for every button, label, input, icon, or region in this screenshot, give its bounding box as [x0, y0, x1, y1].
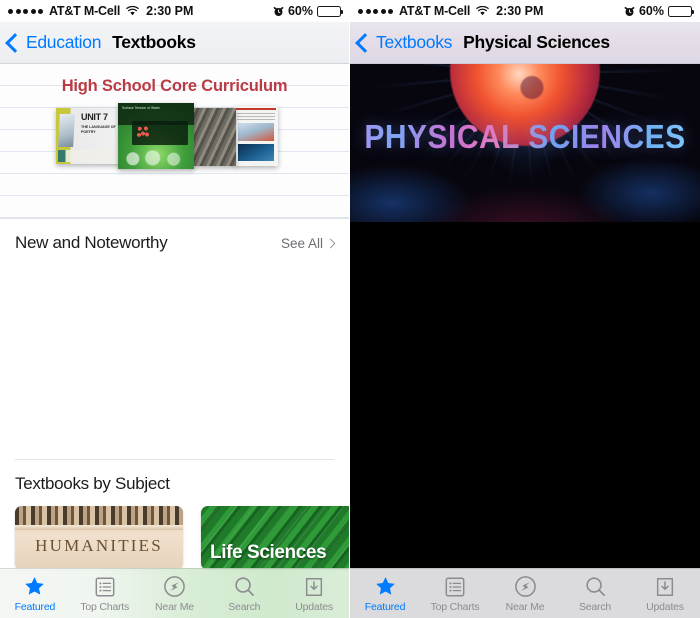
banner-book-covers: UNIT 7 THE LANGUAGE OF POETRY Surface Te… — [56, 103, 278, 169]
carrier-label: AT&T M-Cell — [49, 4, 121, 18]
book-cover-magazine — [234, 106, 278, 166]
book-unit-label: UNIT 7 — [81, 112, 108, 122]
tab-top-charts[interactable]: Top Charts — [420, 569, 490, 618]
chevron-left-icon — [5, 32, 25, 53]
subject-card-label: HUMANITIES — [35, 536, 163, 555]
carrier-label: AT&T M-Cell — [399, 4, 471, 18]
status-bar: AT&T M-Cell 2:30 PM 60% — [0, 0, 349, 22]
see-all-label: See All — [280, 235, 323, 251]
status-bar: AT&T M-Cell 2:30 PM 60% — [350, 0, 700, 22]
section-title: Textbooks by Subject — [15, 474, 170, 493]
tab-label: Top Charts — [430, 600, 480, 613]
screen-physical-sciences: AT&T M-Cell 2:30 PM 60% Textbooks Physic… — [350, 0, 700, 618]
banner-title: High School Core Curriculum — [61, 77, 288, 95]
tab-bar: Featured Top Charts Near Me Search Updat… — [350, 568, 700, 618]
tab-label: Updates — [646, 600, 684, 613]
banner-title: PHYSICAL SCIENCES — [350, 119, 700, 157]
tab-near-me[interactable]: Near Me — [140, 569, 210, 618]
page-title: Textbooks — [112, 32, 196, 52]
tab-search[interactable]: Search — [560, 569, 630, 618]
compass-icon — [163, 575, 186, 599]
back-button-label: Education — [26, 32, 102, 52]
tab-label: Featured — [364, 600, 406, 613]
tab-featured[interactable]: Featured — [0, 569, 70, 618]
battery-percent-label: 60% — [287, 4, 313, 18]
subject-card-label: Life Sciences — [210, 542, 327, 563]
featured-banner-physical-sciences[interactable]: PHYSICAL SCIENCES — [350, 64, 700, 222]
list-icon — [94, 575, 116, 599]
chevron-right-icon — [325, 238, 336, 248]
signal-strength-dots — [358, 8, 393, 14]
list-icon — [444, 575, 466, 599]
star-icon — [23, 575, 46, 599]
navigation-bar: Education Textbooks — [0, 22, 349, 64]
alarm-clock-icon — [624, 6, 635, 17]
back-button-label: Textbooks — [376, 32, 453, 52]
book-subtitle-label: THE LANGUAGE OF POETRY — [81, 125, 116, 134]
compass-icon — [514, 575, 537, 599]
back-button[interactable]: Textbooks — [355, 32, 453, 53]
back-button[interactable]: Education — [5, 32, 102, 53]
book-cover-language-of-poetry: UNIT 7 THE LANGUAGE OF POETRY — [56, 108, 124, 164]
dual-screenshot-container: AT&T M-Cell 2:30 PM 60% Education Textbo… — [0, 0, 700, 618]
battery-icon — [317, 5, 343, 17]
tab-updates[interactable]: Updates — [279, 569, 349, 618]
section-header-textbooks-by-subject: Textbooks by Subject — [0, 460, 349, 504]
book-cover-surface-tension: Surface Tension of Water — [118, 103, 194, 169]
tab-label: Updates — [295, 600, 333, 613]
status-bar-right: 60% — [273, 4, 343, 18]
subject-card-life-sciences[interactable]: Life Sciences — [201, 506, 349, 570]
section-title: New and Noteworthy — [15, 233, 168, 252]
tab-label: Featured — [14, 600, 56, 613]
download-icon — [654, 575, 676, 599]
section-header-new-and-noteworthy: New and Noteworthy See All — [0, 219, 349, 263]
status-bar-right: 60% — [624, 4, 694, 18]
tab-top-charts[interactable]: Top Charts — [70, 569, 140, 618]
book-cover-geology — [190, 108, 236, 166]
navigation-bar: Textbooks Physical Sciences — [350, 22, 700, 64]
page-title: Physical Sciences — [463, 32, 610, 52]
scroll-content: PHYSICAL SCIENCES — [350, 64, 700, 618]
tab-search[interactable]: Search — [209, 569, 279, 618]
tab-featured[interactable]: Featured — [350, 569, 420, 618]
tab-label: Search — [578, 600, 612, 613]
screen-textbooks: AT&T M-Cell 2:30 PM 60% Education Textbo… — [0, 0, 349, 618]
battery-percent-label: 60% — [638, 4, 664, 18]
tab-label: Top Charts — [80, 600, 130, 613]
signal-strength-dots — [8, 8, 43, 14]
empty-content-area — [350, 222, 700, 618]
book-caption-label: Surface Tension of Water — [122, 106, 160, 110]
search-icon — [233, 575, 256, 599]
clock-time: 2:30 PM — [146, 4, 194, 18]
status-bar-left: AT&T M-Cell 2:30 PM — [8, 4, 193, 18]
status-bar-left: AT&T M-Cell 2:30 PM — [358, 4, 543, 18]
tab-updates[interactable]: Updates — [630, 569, 700, 618]
wifi-icon — [126, 6, 139, 16]
battery-icon — [668, 5, 694, 17]
wifi-icon — [476, 6, 489, 16]
tab-bar: Featured Top Charts Near Me Search Updat… — [0, 568, 349, 618]
chevron-left-icon — [355, 32, 375, 53]
see-all-button[interactable]: See All — [280, 235, 336, 251]
subject-card-row: HUMANITIES Life Sciences — [0, 506, 349, 570]
clock-time: 2:30 PM — [496, 4, 544, 18]
search-icon — [584, 575, 607, 599]
tab-label: Near Me — [155, 600, 194, 613]
tab-near-me[interactable]: Near Me — [490, 569, 560, 618]
new-and-noteworthy-empty-list — [0, 263, 349, 459]
scroll-content: High School Core Curriculum UNIT 7 THE L… — [0, 64, 349, 618]
featured-banner-high-school[interactable]: High School Core Curriculum UNIT 7 THE L… — [0, 64, 349, 219]
star-icon — [374, 575, 397, 599]
tab-label: Search — [228, 600, 261, 613]
subject-card-humanities[interactable]: HUMANITIES — [15, 506, 183, 570]
download-icon — [303, 575, 325, 599]
tab-label: Near Me — [505, 600, 545, 613]
alarm-clock-icon — [273, 6, 284, 17]
